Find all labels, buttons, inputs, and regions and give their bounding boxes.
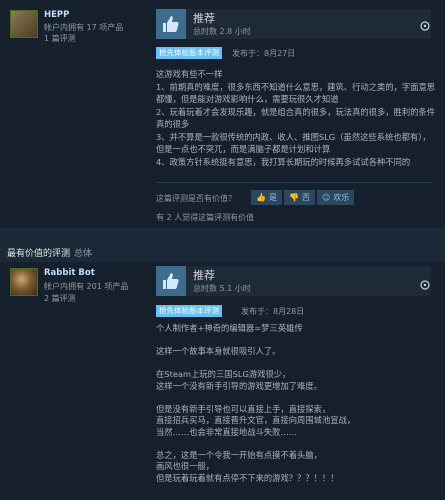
vote-header[interactable]: 推荐 总时数 5.1 小时 (156, 266, 431, 296)
avatar[interactable] (10, 268, 38, 296)
review-line (156, 392, 436, 404)
early-access-badge: 抢先体验版本评测 (156, 47, 222, 59)
recommendation-label: 推荐 (193, 12, 215, 25)
vote-funny-button[interactable]: ☺ 欢乐 (317, 190, 355, 205)
review-line: 4、政策方针系统挺有意思，我打算长期玩的时候再多试试各种不同的 (156, 156, 411, 167)
review-line (156, 438, 436, 450)
more-options-icon[interactable] (420, 280, 430, 290)
review-line: 直接招兵买马，直接晋升文官，直接向周围城池宣战， (156, 415, 356, 425)
review-line (156, 358, 436, 370)
vote-header[interactable]: 推荐 总时数 2.8 小时 (156, 9, 431, 39)
review-line: 3、并不算是一款很传统的内政、收人、推图SLG（虽然这些系统也都有），但是一点也… (156, 131, 431, 155)
review-line: 2、玩着玩着才会发现乐趣，就是组合真的很多，玩法真的很多，胜利的条件真的很多 (156, 106, 436, 130)
posted-date: 发布于：8月28日 (241, 307, 305, 316)
recommendation-label: 推荐 (193, 269, 215, 282)
review-line: 这游戏有些不一样 (156, 69, 223, 79)
more-options-icon[interactable] (420, 21, 430, 31)
review-body: 这游戏有些不一样 1、前期真的难度，很多东西不知道什么意思，建筑、行动之类的，字… (156, 68, 436, 168)
review-line: 但是没有新手引导也可以直接上手，直接探索， (156, 403, 331, 414)
review-body: 个人制作者+神奇的编辑器=梦三英雄传 这样一个故事本身就很吸引人了。 在Stea… (156, 323, 436, 484)
review-line: 画风也很一般， (156, 461, 215, 471)
review-line: 这样一个故事本身就很吸引人了。 (156, 346, 281, 356)
author-products[interactable]: 帐户内拥有 201 项产品 (44, 281, 128, 292)
review-line: 1、前期真的难度，很多东西不知道什么意思，建筑、行动之类的，字面意思都懂，但是能… (156, 81, 436, 105)
vote-yes-label: 是 (268, 193, 277, 202)
review-card-2: Rabbit Bot 帐户内拥有 201 项产品 2 篇评测 推荐 总时数 5.… (0, 262, 445, 500)
thumbs-up-icon (156, 266, 186, 296)
review-card-1: HEPP 帐户内拥有 17 项产品 1 篇评测 推荐 总时数 2.8 小时 抢先… (0, 0, 445, 228)
review-line: 这样一个没有新手引导的游戏更增加了难度。 (156, 380, 322, 391)
helpful-question: 这篇评测是否有价值？ (156, 194, 236, 203)
thumbs-down-icon: 👎 (289, 193, 299, 202)
review-line: 但是玩着玩着就有点停不下来的游戏？？？！！！ (156, 472, 339, 483)
vote-no-button[interactable]: 👎 否 (284, 190, 315, 205)
author-review-count[interactable]: 2 篇评测 (44, 293, 76, 304)
avatar[interactable] (10, 10, 38, 38)
smiley-icon: ☺ (322, 193, 331, 202)
author-products[interactable]: 帐户内拥有 17 项产品 (44, 22, 123, 33)
section-title: 最有价值的评测 总体 (7, 246, 92, 259)
author-name[interactable]: HEPP (44, 10, 69, 20)
author-name[interactable]: Rabbit Bot (44, 268, 95, 278)
posted-date: 发布于：8月27日 (232, 49, 296, 58)
section-title-text: 最有价值的评测 (7, 249, 71, 259)
review-line: 当然……也会非常直接地战斗失败…… (156, 426, 298, 437)
hours-played: 总时数 5.1 小时 (193, 284, 251, 293)
section-subtitle: 总体 (74, 249, 93, 259)
helpful-count: 有 2 人觉得这篇评测有价值 (156, 213, 255, 222)
thumbs-up-icon: 👍 (256, 193, 266, 202)
vote-funny-label: 欢乐 (333, 193, 350, 202)
hours-played: 总时数 2.8 小时 (193, 27, 251, 36)
divider (156, 182, 431, 183)
vote-no-label: 否 (301, 193, 310, 202)
review-line: 总之，这是一个令我一开始有点摸不着头脑， (156, 449, 322, 460)
vote-yes-button[interactable]: 👍 是 (251, 190, 282, 205)
author-review-count[interactable]: 1 篇评测 (44, 33, 76, 44)
early-access-badge: 抢先体验版本评测 (156, 305, 222, 317)
thumbs-up-icon (156, 9, 186, 39)
review-line: 在Steam上玩的三国SLG游戏很少， (156, 369, 291, 379)
review-line: 个人制作者+神奇的编辑器=梦三英雄传 (156, 323, 303, 333)
review-line (156, 335, 436, 347)
